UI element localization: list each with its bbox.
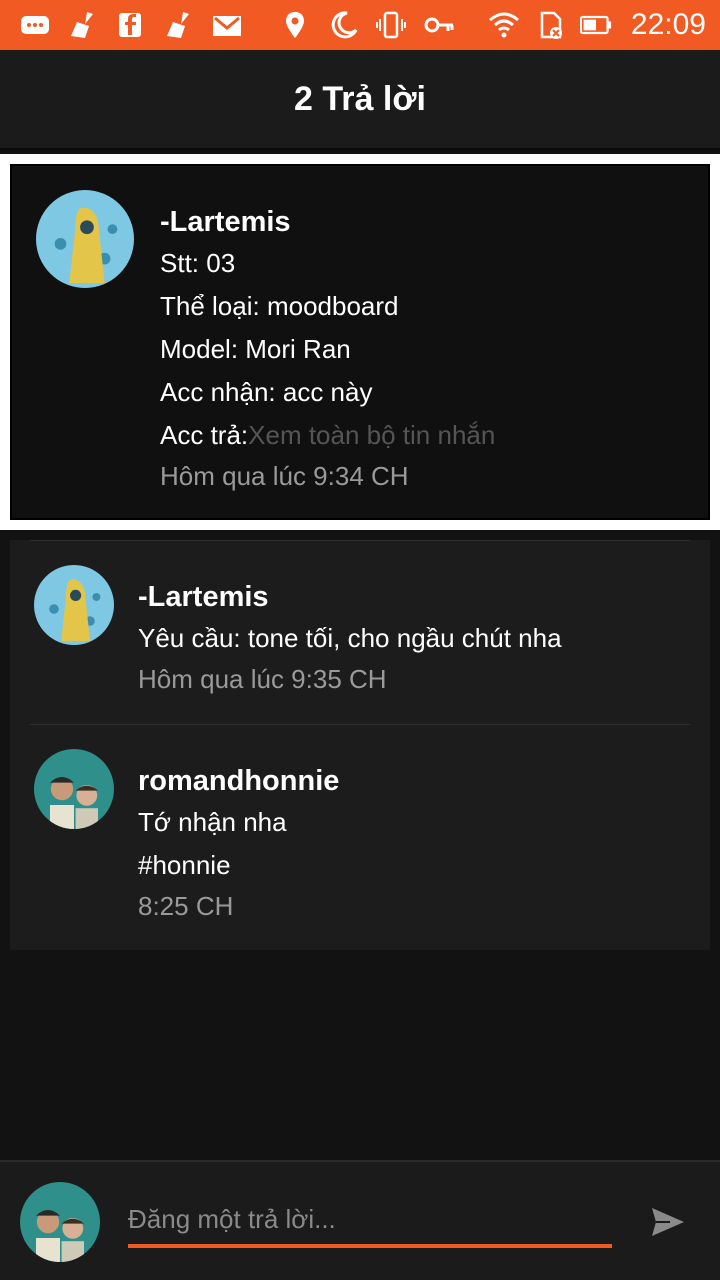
reply-text: Tớ nhận nha: [138, 807, 287, 837]
post-line: Stt: 03: [160, 248, 236, 278]
reply-timestamp: Hôm qua lúc 9:35 CH: [138, 664, 387, 694]
avatar[interactable]: [36, 190, 134, 288]
post-line: Thể loại: moodboard: [160, 291, 399, 321]
clock: 22:09: [630, 8, 706, 41]
truncated-text: Acc trả:: [160, 420, 249, 450]
reply-author[interactable]: romandhonnie: [138, 761, 670, 801]
vibrate-icon: [374, 10, 408, 40]
gmail-icon: [210, 10, 244, 40]
broom-icon: [66, 10, 100, 40]
list-item[interactable]: -Lartemis Yêu cầu: tone tối, cho ngầu ch…: [30, 540, 690, 724]
reply-timestamp: 8:25 CH: [138, 891, 234, 921]
sd-card-icon: [533, 10, 567, 40]
avatar[interactable]: [34, 565, 114, 645]
original-post-frame: -Lartemis Stt: 03 Thể loại: moodboard Mo…: [0, 154, 720, 530]
original-post[interactable]: -Lartemis Stt: 03 Thể loại: moodboard Mo…: [10, 164, 710, 520]
battery-icon: [579, 10, 613, 40]
post-line: Acc nhận: acc này: [160, 377, 373, 407]
reply-composer: [0, 1160, 720, 1280]
broom-icon: [162, 10, 196, 40]
send-icon: [652, 1208, 684, 1236]
post-author[interactable]: -Lartemis: [160, 202, 688, 242]
page-title: 2 Trả lời: [294, 79, 426, 118]
wifi-icon: [487, 10, 521, 40]
top-app-bar: 2 Trả lời: [0, 50, 720, 150]
status-bar: 22:09: [0, 0, 720, 50]
avatar[interactable]: [34, 749, 114, 829]
reply-author[interactable]: -Lartemis: [138, 577, 670, 617]
post-line: Model: Mori Ran: [160, 334, 351, 364]
reply-text: #honnie: [138, 850, 231, 880]
post-truncated-line: Acc trả:Xem toàn bộ tin nhắn: [160, 414, 688, 457]
chat-icon: [18, 10, 52, 40]
see-more-link[interactable]: Xem toàn bộ tin nhắn: [248, 420, 495, 450]
reply-list: -Lartemis Yêu cầu: tone tối, cho ngầu ch…: [10, 540, 710, 950]
moon-icon: [326, 10, 360, 40]
avatar: [20, 1182, 100, 1262]
key-icon: [422, 10, 456, 40]
reply-input[interactable]: [128, 1198, 612, 1248]
post-timestamp: Hôm qua lúc 9:34 CH: [160, 461, 409, 491]
location-icon: [278, 10, 312, 40]
reply-text: Yêu cầu: tone tối, cho ngầu chút nha: [138, 623, 562, 653]
facebook-icon: [114, 10, 148, 40]
send-button[interactable]: [648, 1202, 692, 1246]
list-item[interactable]: romandhonnie Tớ nhận nha #honnie 8:25 CH: [30, 724, 690, 950]
